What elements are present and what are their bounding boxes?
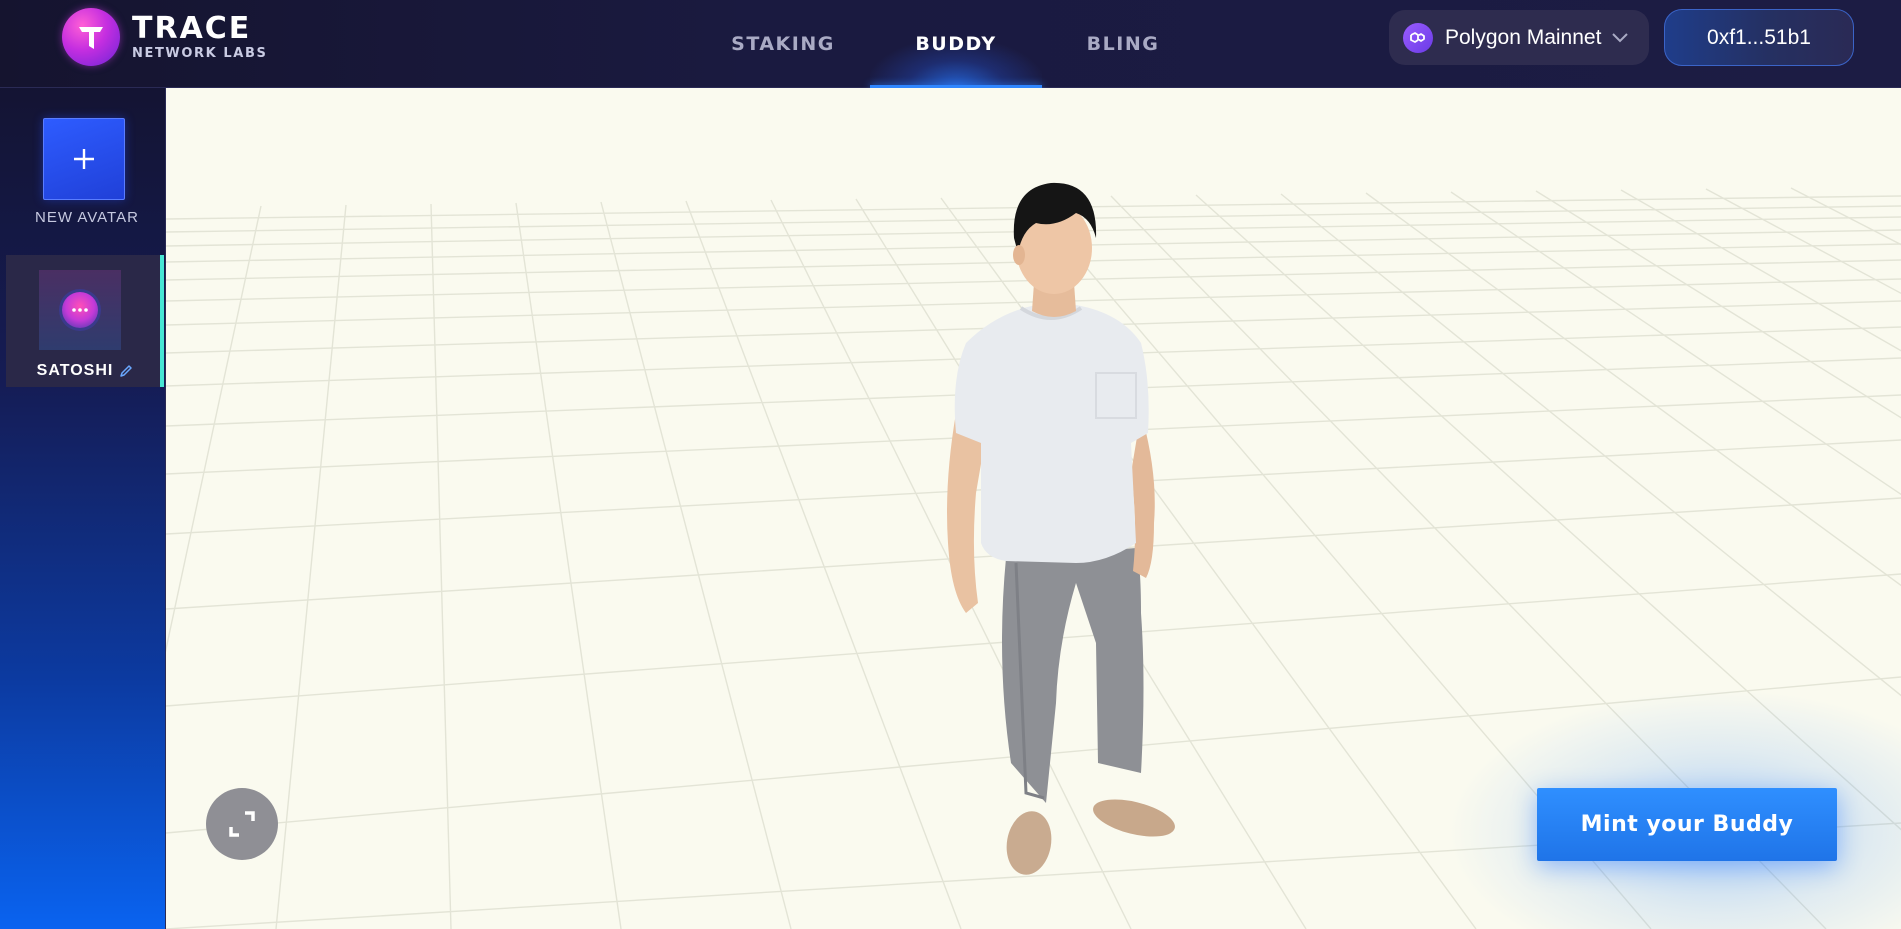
brand-subtitle: NETWORK LABS xyxy=(132,46,268,61)
brand-title: TRACE xyxy=(132,11,252,46)
top-bar: TRACE NETWORK LABS STAKING BUDDY BLING P… xyxy=(0,0,1901,88)
network-selector[interactable]: Polygon Mainnet xyxy=(1389,10,1649,65)
network-label: Polygon Mainnet xyxy=(1445,25,1602,49)
polygon-icon xyxy=(1403,22,1433,53)
avatar-3d-viewer[interactable]: Mint your Buddy xyxy=(166,88,1901,929)
chevron-down-icon xyxy=(1612,33,1628,43)
new-avatar-label: NEW AVATAR xyxy=(35,209,139,226)
avatar-figure[interactable] xyxy=(926,143,1366,913)
avatar-item-satoshi[interactable]: SATOSHI xyxy=(6,255,164,387)
tab-buddy[interactable]: BUDDY xyxy=(870,0,1042,88)
expand-icon xyxy=(229,811,255,837)
plus-icon xyxy=(74,149,94,169)
wallet-address-button[interactable]: 0xf1...51b1 xyxy=(1664,9,1854,66)
avatar-name: SATOSHI xyxy=(36,362,114,379)
new-avatar-button[interactable] xyxy=(43,118,125,200)
brand-logo[interactable]: TRACE NETWORK LABS xyxy=(62,8,267,66)
trace-logo-icon xyxy=(62,8,120,66)
mint-buddy-button[interactable]: Mint your Buddy xyxy=(1537,788,1837,861)
avatar-sidebar: NEW AVATAR SATOSHI xyxy=(0,88,166,929)
fullscreen-button[interactable] xyxy=(206,788,278,860)
avatar-thumbnail xyxy=(39,270,121,350)
avatar-placeholder-icon xyxy=(62,292,98,328)
tab-bling[interactable]: BLING xyxy=(1058,0,1188,88)
tab-staking[interactable]: STAKING xyxy=(714,0,852,88)
pencil-icon[interactable] xyxy=(119,364,133,378)
